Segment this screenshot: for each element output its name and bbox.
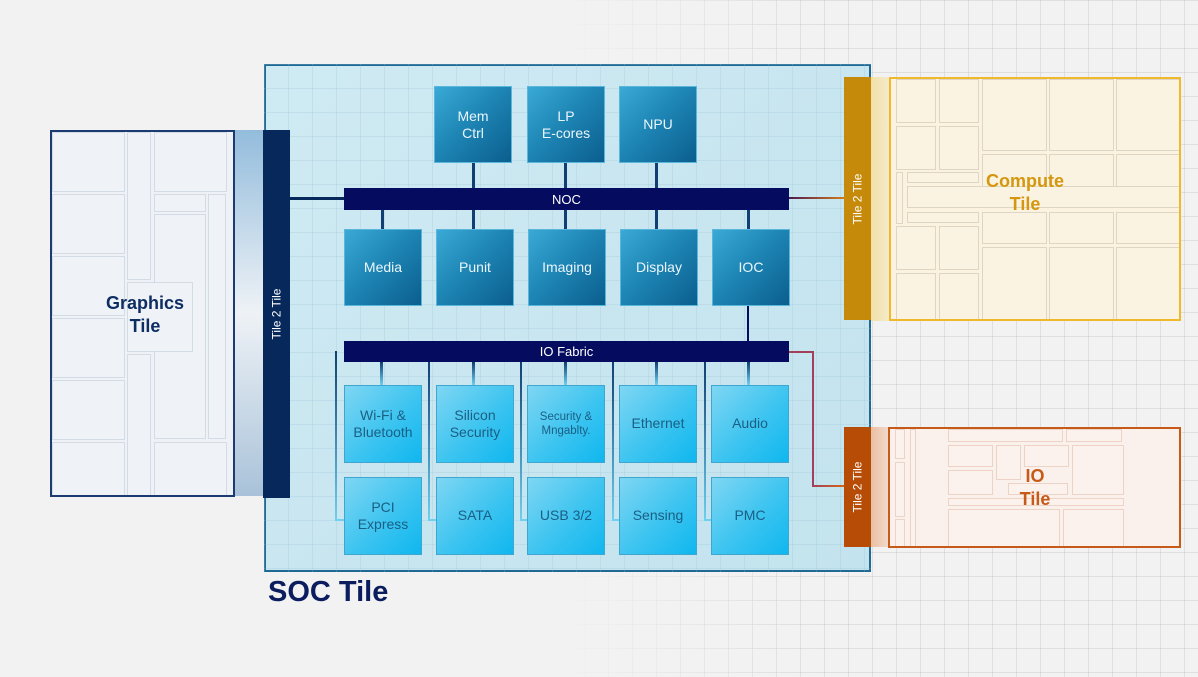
imaging-stub: [564, 210, 567, 229]
pci-express-block: PCI Express: [344, 477, 422, 555]
compute-tile-link: [871, 77, 890, 321]
sata-block: SATA: [436, 477, 514, 555]
sata-link: [428, 362, 430, 521]
audio-block: Audio: [711, 385, 789, 463]
sata-link-h: [428, 519, 436, 521]
silicon-security-block: Silicon Security: [436, 385, 514, 463]
lp-ecores-stub: [564, 163, 567, 188]
media-block: Media: [344, 229, 422, 306]
iofabric-to-io-link-h1: [789, 351, 814, 353]
security-mngablty-stub: [564, 362, 567, 385]
compute-tile2tile-bar: Tile 2 Tile: [844, 77, 871, 320]
noc-bus: NOC: [344, 188, 789, 210]
iofabric-to-io-link-v: [812, 351, 814, 486]
pmc-block: PMC: [711, 477, 789, 555]
security-mngablty-block: Security & Mngablty.: [527, 385, 605, 463]
io-tile2tile-bar: Tile 2 Tile: [844, 427, 871, 547]
wifi-stub: [380, 362, 383, 385]
noc-to-compute-link: [789, 197, 844, 199]
pci-express-link-h: [335, 519, 344, 521]
sensing-block: Sensing: [619, 477, 697, 555]
usb-block: USB 3/2: [527, 477, 605, 555]
punit-stub: [472, 210, 475, 229]
ioc-block: IOC: [712, 229, 790, 306]
ioc-stub: [747, 210, 750, 229]
media-stub: [381, 210, 384, 229]
graphics-tile-link: [234, 130, 264, 496]
sensing-link: [612, 362, 614, 521]
punit-block: Punit: [436, 229, 514, 306]
display-block: Display: [620, 229, 698, 306]
mem-ctrl-block: Mem Ctrl: [434, 86, 512, 163]
graphics-tile-label: Graphics Tile: [105, 293, 185, 336]
ethernet-stub: [655, 362, 658, 385]
iofabric-to-io-link-h2: [812, 485, 844, 487]
usb-link: [520, 362, 522, 521]
io-fabric-bus: IO Fabric: [344, 341, 789, 362]
imaging-block: Imaging: [528, 229, 606, 306]
mem-ctrl-stub: [472, 163, 475, 188]
display-stub: [655, 210, 658, 229]
graphics-tile2tile-bar: Tile 2 Tile: [263, 130, 290, 498]
soc-tile-label: SOC Tile: [268, 576, 389, 608]
noc-to-graphics-link: [290, 197, 344, 200]
pci-express-link: [335, 351, 337, 521]
ioc-to-iofabric-link: [747, 306, 749, 341]
ethernet-block: Ethernet: [619, 385, 697, 463]
audio-stub: [747, 362, 750, 385]
lp-e-cores-block: LP E-cores: [527, 86, 605, 163]
pmc-link: [704, 362, 706, 521]
compute-tile-label: Compute Tile: [986, 171, 1064, 214]
npu-block: NPU: [619, 86, 697, 163]
npu-stub: [655, 163, 658, 188]
wifi-bluetooth-block: Wi-Fi & Bluetooth: [344, 385, 422, 463]
io-tile-label: IO Tile: [1019, 466, 1051, 509]
silicon-security-stub: [472, 362, 475, 385]
